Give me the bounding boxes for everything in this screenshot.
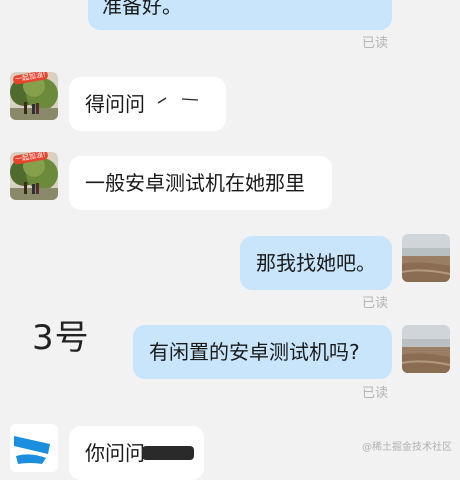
- message-text: 准备好。: [102, 0, 182, 18]
- message-bubble-outgoing[interactable]: 准备好。: [88, 0, 392, 30]
- contact-avatar[interactable]: 一起加油!: [10, 152, 58, 200]
- message-text: 那我找她吧。: [256, 251, 376, 275]
- contact-avatar[interactable]: [10, 424, 58, 472]
- message-text: 一般安卓测试机在她那里: [85, 171, 305, 195]
- message-bubble-outgoing[interactable]: 那我找她吧。: [240, 236, 392, 290]
- read-status: 已读: [362, 36, 389, 51]
- message-bubble-outgoing[interactable]: 有闲置的安卓测试机吗?: [133, 325, 392, 379]
- avatar-beach-image: [402, 325, 450, 373]
- overlay-label: 3号: [32, 318, 90, 358]
- contact-avatar[interactable]: 一起加油!: [10, 72, 58, 120]
- self-avatar[interactable]: [402, 325, 450, 373]
- watermark: @稀土掘金技术社区: [362, 442, 452, 453]
- message-text: 得问问: [85, 92, 145, 116]
- camera-logo-icon: [10, 424, 58, 472]
- read-status: 已读: [362, 386, 389, 401]
- redaction-mask: [142, 446, 194, 460]
- self-avatar[interactable]: [402, 234, 450, 282]
- message-text: 有闲置的安卓测试机吗?: [149, 340, 360, 364]
- read-status: 已读: [362, 296, 389, 311]
- scribble-mask: [151, 92, 208, 108]
- message-bubble-incoming[interactable]: 一般安卓测试机在她那里: [69, 156, 332, 210]
- avatar-beach-image: [402, 234, 450, 282]
- message-text: 你问问: [85, 441, 145, 465]
